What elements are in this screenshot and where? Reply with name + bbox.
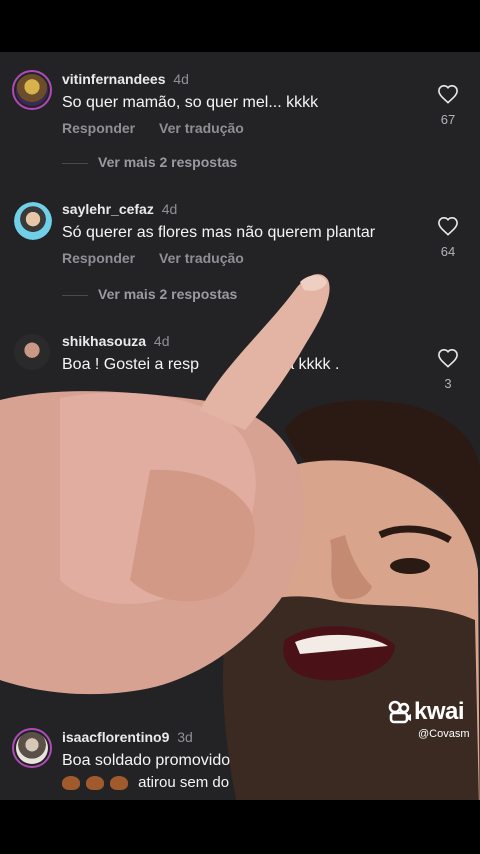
watermark-handle: @Covasm — [418, 728, 470, 740]
view-more-replies[interactable]: Ver mais 2 respostas — [62, 286, 237, 302]
reply-button[interactable]: Responder — [62, 120, 135, 136]
comment-username[interactable]: vitinfernandees — [62, 71, 165, 87]
avatar[interactable] — [12, 728, 52, 768]
clap-emoji-icon — [62, 776, 80, 791]
heart-icon — [438, 216, 458, 236]
comment-time: 3d — [177, 729, 193, 745]
avatar[interactable] — [12, 70, 52, 110]
avatar[interactable] — [14, 202, 52, 240]
like-count: 67 — [440, 112, 456, 127]
clap-emoji-icon — [86, 776, 104, 791]
translate-button[interactable]: Ver tradução — [159, 250, 244, 266]
like-button[interactable]: 64 — [434, 216, 462, 259]
bottom-black-bar — [0, 800, 480, 854]
comment-username[interactable]: isaacflorentino9 — [62, 729, 169, 745]
comments-panel[interactable]: vitinfernandees 4d So quer mamão, so que… — [0, 52, 480, 800]
comment-text: Boa soldado promovido — [62, 752, 231, 769]
avatar[interactable] — [14, 334, 50, 370]
comment-text: Só querer as flores mas não querem plant… — [62, 224, 376, 241]
heart-icon — [438, 84, 458, 104]
reply-button[interactable]: Responder — [62, 250, 135, 266]
heart-icon — [438, 348, 458, 368]
comment-text: Boa ! Gostei a resp cara kkkk . — [62, 356, 340, 373]
watermark-brand: kwai — [414, 698, 465, 725]
comment-username[interactable]: shikhasouza — [62, 333, 146, 349]
comment-time: 4d — [161, 201, 178, 217]
top-black-bar — [0, 0, 480, 52]
like-count: 64 — [440, 244, 456, 259]
comment-text: So quer mamão, so quer mel... kkkk — [62, 94, 319, 111]
like-button[interactable]: 3 — [434, 348, 462, 391]
like-count: 3 — [444, 376, 452, 391]
clap-emoji-icon — [110, 776, 128, 791]
like-button[interactable]: 67 — [434, 84, 462, 127]
view-more-replies-label: Ver mais 2 respostas — [98, 286, 238, 302]
comment-time: 4d — [153, 333, 170, 349]
translate-button[interactable]: Ver tradução — [159, 120, 244, 136]
view-more-replies[interactable]: Ver mais 2 respostas — [62, 154, 237, 170]
comment-time: 4d — [173, 71, 189, 87]
reply-button[interactable]: nder — [66, 680, 96, 696]
kwai-watermark: kwai @Covasm — [388, 698, 470, 740]
view-more-replies-label: Ver mais 2 respostas — [98, 154, 238, 170]
comment-text-line2: atirou sem do — [62, 772, 410, 794]
comment-username[interactable]: saylehr_cefaz — [62, 201, 154, 217]
kwai-logo-icon — [388, 700, 411, 724]
